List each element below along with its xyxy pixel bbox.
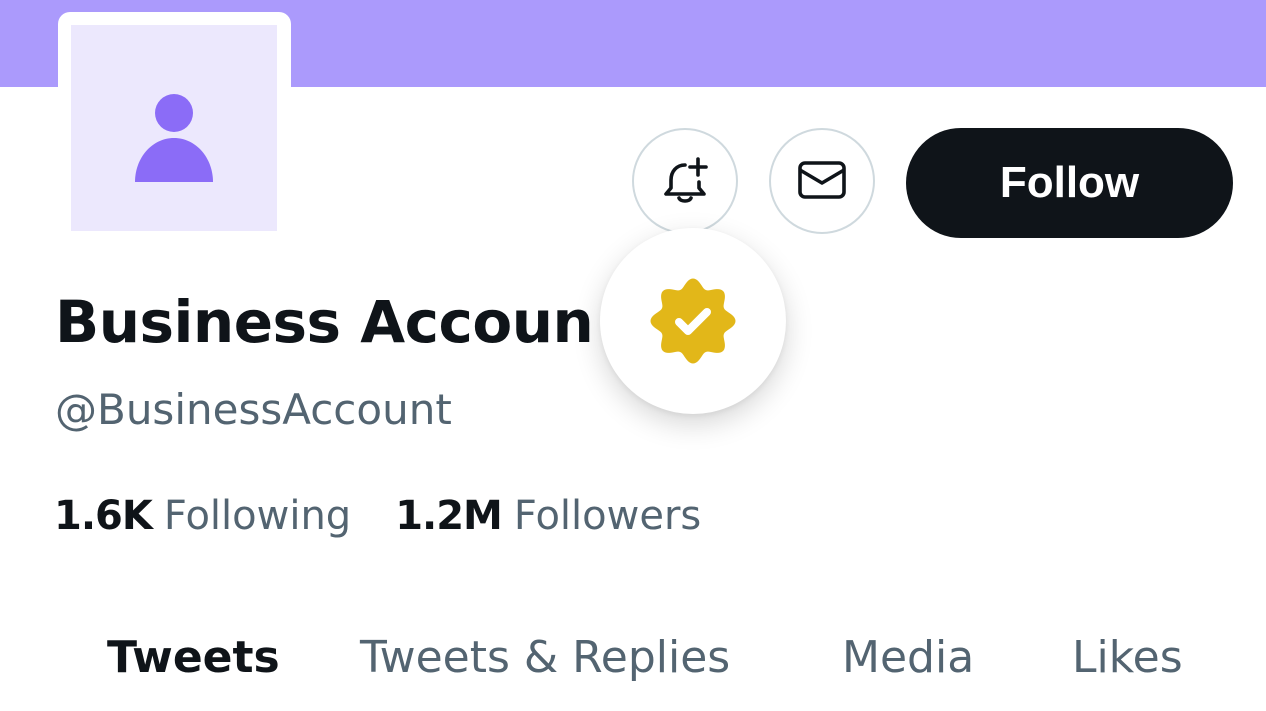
person-icon	[135, 94, 213, 182]
message-button[interactable]	[769, 128, 875, 234]
follow-button[interactable]: Follow	[906, 128, 1233, 238]
verified-badge-icon	[650, 278, 736, 364]
following-count[interactable]: 1.6K Following	[54, 490, 351, 542]
avatar-frame	[58, 12, 291, 245]
followers-label: Followers	[513, 493, 702, 539]
tab-media[interactable]: Media	[842, 628, 974, 688]
bell-plus-icon	[664, 157, 708, 203]
tab-tweets-and-replies[interactable]: Tweets & Replies	[360, 628, 730, 688]
display-name: Business Accoun	[55, 288, 594, 356]
profile-stats: 1.6K Following 1.2M Followers	[54, 490, 701, 542]
notifications-button[interactable]	[632, 128, 738, 234]
followers-value: 1.2M	[395, 493, 503, 539]
envelope-icon	[798, 161, 846, 199]
following-value: 1.6K	[54, 493, 153, 539]
tab-tweets[interactable]: Tweets	[107, 628, 280, 688]
followers-count[interactable]: 1.2M Followers	[395, 490, 701, 542]
profile-handle: @BusinessAccount	[55, 385, 452, 434]
following-label: Following	[163, 493, 352, 539]
tab-likes[interactable]: Likes	[1072, 628, 1183, 688]
avatar[interactable]	[71, 25, 277, 231]
verified-badge-popup	[600, 228, 786, 414]
